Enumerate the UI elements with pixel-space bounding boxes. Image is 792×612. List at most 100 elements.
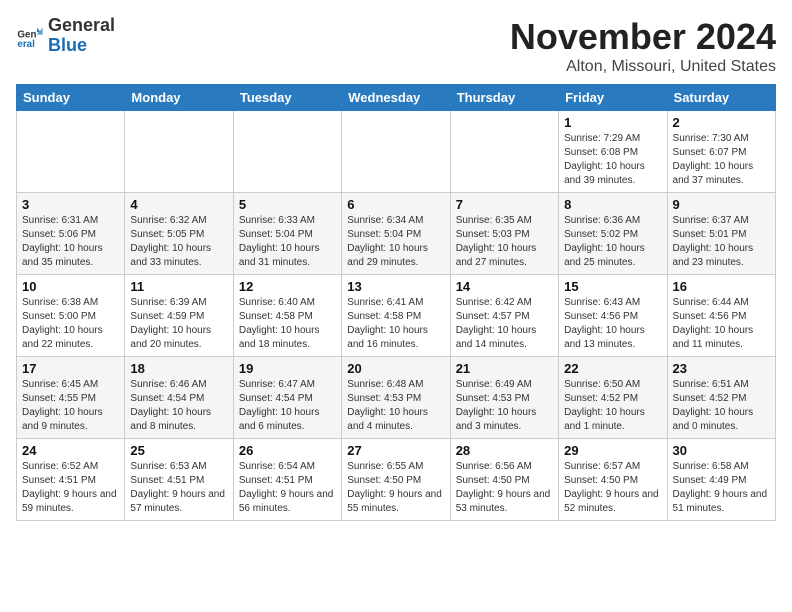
cell-info: Sunrise: 7:29 AMSunset: 6:08 PMDaylight:… <box>564 132 661 188</box>
title-block: November 2024 Alton, Missouri, United St… <box>510 16 776 76</box>
calendar-cell: 15Sunrise: 6:43 AMSunset: 4:56 PMDayligh… <box>559 275 667 357</box>
cell-info: Sunrise: 6:48 AMSunset: 4:53 PMDaylight:… <box>347 378 444 434</box>
logo-icon: Gen eral <box>16 22 44 50</box>
calendar-table: SundayMondayTuesdayWednesdayThursdayFrid… <box>16 84 776 521</box>
cell-info: Sunrise: 6:38 AMSunset: 5:00 PMDaylight:… <box>22 296 119 352</box>
calendar-week-row: 24 Sunrise: 6:52 AMSunset: 4:51 PMDayligh… <box>17 439 776 521</box>
calendar-cell: 18 Sunrise: 6:46 AMSunset: 4:54 PMDayligh… <box>125 357 233 439</box>
day-number: 8 <box>564 197 661 212</box>
calendar-cell: 21 Sunrise: 6:49 AMSunset: 4:53 PMDayligh… <box>450 357 558 439</box>
weekday-header-tuesday: Tuesday <box>233 85 341 111</box>
cell-info: Sunrise: 6:41 AMSunset: 4:58 PMDaylight:… <box>347 296 444 352</box>
svg-text:eral: eral <box>17 39 35 50</box>
cell-info: Sunrise: 6:56 AMSunset: 4:50 PMDaylight:… <box>456 460 553 516</box>
calendar-cell: 29 Sunrise: 6:57 AMSunset: 4:50 PMDayligh… <box>559 439 667 521</box>
cell-info: Sunrise: 6:37 AMSunset: 5:01 PMDaylight:… <box>673 214 770 270</box>
calendar-cell: 11 Sunrise: 6:39 AMSunset: 4:59 PMDayligh… <box>125 275 233 357</box>
calendar-cell: 8 Sunrise: 6:36 AMSunset: 5:02 PMDaylight… <box>559 193 667 275</box>
calendar-cell: 4 Sunrise: 6:32 AMSunset: 5:05 PMDaylight… <box>125 193 233 275</box>
day-number: 24 <box>22 443 119 458</box>
day-number: 17 <box>22 361 119 376</box>
calendar-week-row: 3Sunrise: 6:31 AMSunset: 5:06 PMDaylight… <box>17 193 776 275</box>
day-number: 12 <box>239 279 336 294</box>
calendar-cell: 1 Sunrise: 7:29 AMSunset: 6:08 PMDaylight… <box>559 111 667 193</box>
day-number: 16 <box>673 279 770 294</box>
day-number: 11 <box>130 279 227 294</box>
calendar-cell: 25 Sunrise: 6:53 AMSunset: 4:51 PMDayligh… <box>125 439 233 521</box>
calendar-cell: 27Sunrise: 6:55 AMSunset: 4:50 PMDayligh… <box>342 439 450 521</box>
cell-info: Sunrise: 6:52 AMSunset: 4:51 PMDaylight:… <box>22 460 119 516</box>
cell-info: Sunrise: 6:43 AMSunset: 4:56 PMDaylight:… <box>564 296 661 352</box>
calendar-cell: 14Sunrise: 6:42 AMSunset: 4:57 PMDayligh… <box>450 275 558 357</box>
cell-info: Sunrise: 6:44 AMSunset: 4:56 PMDaylight:… <box>673 296 770 352</box>
calendar-cell: 7Sunrise: 6:35 AMSunset: 5:03 PMDaylight… <box>450 193 558 275</box>
header: Gen eral General Blue November 2024 Alto… <box>16 16 776 76</box>
cell-info: Sunrise: 6:53 AMSunset: 4:51 PMDaylight:… <box>130 460 227 516</box>
cell-info: Sunrise: 6:40 AMSunset: 4:58 PMDaylight:… <box>239 296 336 352</box>
calendar-cell: 23Sunrise: 6:51 AMSunset: 4:52 PMDayligh… <box>667 357 775 439</box>
day-number: 4 <box>130 197 227 212</box>
day-number: 10 <box>22 279 119 294</box>
cell-info: Sunrise: 6:54 AMSunset: 4:51 PMDaylight:… <box>239 460 336 516</box>
day-number: 14 <box>456 279 553 294</box>
day-number: 23 <box>673 361 770 376</box>
cell-info: Sunrise: 6:57 AMSunset: 4:50 PMDaylight:… <box>564 460 661 516</box>
day-number: 1 <box>564 115 661 130</box>
calendar-cell: 28 Sunrise: 6:56 AMSunset: 4:50 PMDayligh… <box>450 439 558 521</box>
day-number: 18 <box>130 361 227 376</box>
weekday-header-sunday: Sunday <box>17 85 125 111</box>
calendar-cell: 3Sunrise: 6:31 AMSunset: 5:06 PMDaylight… <box>17 193 125 275</box>
cell-info: Sunrise: 6:32 AMSunset: 5:05 PMDaylight:… <box>130 214 227 270</box>
cell-info: Sunrise: 6:36 AMSunset: 5:02 PMDaylight:… <box>564 214 661 270</box>
day-number: 26 <box>239 443 336 458</box>
calendar-cell: 19 Sunrise: 6:47 AMSunset: 4:54 PMDayligh… <box>233 357 341 439</box>
cell-info: Sunrise: 6:50 AMSunset: 4:52 PMDaylight:… <box>564 378 661 434</box>
cell-info: Sunrise: 6:46 AMSunset: 4:54 PMDaylight:… <box>130 378 227 434</box>
weekday-header-wednesday: Wednesday <box>342 85 450 111</box>
calendar-cell: 20 Sunrise: 6:48 AMSunset: 4:53 PMDayligh… <box>342 357 450 439</box>
day-number: 22 <box>564 361 661 376</box>
calendar-cell: 30 Sunrise: 6:58 AMSunset: 4:49 PMDayligh… <box>667 439 775 521</box>
calendar-cell: 9Sunrise: 6:37 AMSunset: 5:01 PMDaylight… <box>667 193 775 275</box>
cell-info: Sunrise: 6:55 AMSunset: 4:50 PMDaylight:… <box>347 460 444 516</box>
cell-info: Sunrise: 6:47 AMSunset: 4:54 PMDaylight:… <box>239 378 336 434</box>
cell-info: Sunrise: 6:31 AMSunset: 5:06 PMDaylight:… <box>22 214 119 270</box>
calendar-cell: 26 Sunrise: 6:54 AMSunset: 4:51 PMDayligh… <box>233 439 341 521</box>
calendar-cell: 12 Sunrise: 6:40 AMSunset: 4:58 PMDayligh… <box>233 275 341 357</box>
calendar-cell <box>342 111 450 193</box>
calendar-cell: 16 Sunrise: 6:44 AMSunset: 4:56 PMDayligh… <box>667 275 775 357</box>
calendar-body: 1 Sunrise: 7:29 AMSunset: 6:08 PMDaylight… <box>17 111 776 521</box>
day-number: 25 <box>130 443 227 458</box>
cell-info: Sunrise: 7:30 AMSunset: 6:07 PMDaylight:… <box>673 132 770 188</box>
weekday-header-monday: Monday <box>125 85 233 111</box>
calendar-cell: 22 Sunrise: 6:50 AMSunset: 4:52 PMDayligh… <box>559 357 667 439</box>
cell-info: Sunrise: 6:45 AMSunset: 4:55 PMDaylight:… <box>22 378 119 434</box>
cell-info: Sunrise: 6:58 AMSunset: 4:49 PMDaylight:… <box>673 460 770 516</box>
logo-text: General Blue <box>48 16 115 56</box>
weekday-header-thursday: Thursday <box>450 85 558 111</box>
day-number: 29 <box>564 443 661 458</box>
month-title: November 2024 <box>510 16 776 58</box>
day-number: 2 <box>673 115 770 130</box>
calendar-cell: 5 Sunrise: 6:33 AMSunset: 5:04 PMDaylight… <box>233 193 341 275</box>
day-number: 5 <box>239 197 336 212</box>
calendar-cell <box>450 111 558 193</box>
day-number: 30 <box>673 443 770 458</box>
location-title: Alton, Missouri, United States <box>510 58 776 76</box>
cell-info: Sunrise: 6:33 AMSunset: 5:04 PMDaylight:… <box>239 214 336 270</box>
day-number: 19 <box>239 361 336 376</box>
calendar-cell: 2 Sunrise: 7:30 AMSunset: 6:07 PMDaylight… <box>667 111 775 193</box>
cell-info: Sunrise: 6:34 AMSunset: 5:04 PMDaylight:… <box>347 214 444 270</box>
day-number: 21 <box>456 361 553 376</box>
calendar-cell: 10 Sunrise: 6:38 AMSunset: 5:00 PMDayligh… <box>17 275 125 357</box>
calendar-cell <box>17 111 125 193</box>
day-number: 28 <box>456 443 553 458</box>
day-number: 13 <box>347 279 444 294</box>
cell-info: Sunrise: 6:49 AMSunset: 4:53 PMDaylight:… <box>456 378 553 434</box>
cell-info: Sunrise: 6:35 AMSunset: 5:03 PMDaylight:… <box>456 214 553 270</box>
calendar-cell: 17 Sunrise: 6:45 AMSunset: 4:55 PMDayligh… <box>17 357 125 439</box>
calendar-cell <box>233 111 341 193</box>
calendar-cell: 24 Sunrise: 6:52 AMSunset: 4:51 PMDayligh… <box>17 439 125 521</box>
day-number: 20 <box>347 361 444 376</box>
cell-info: Sunrise: 6:39 AMSunset: 4:59 PMDaylight:… <box>130 296 227 352</box>
